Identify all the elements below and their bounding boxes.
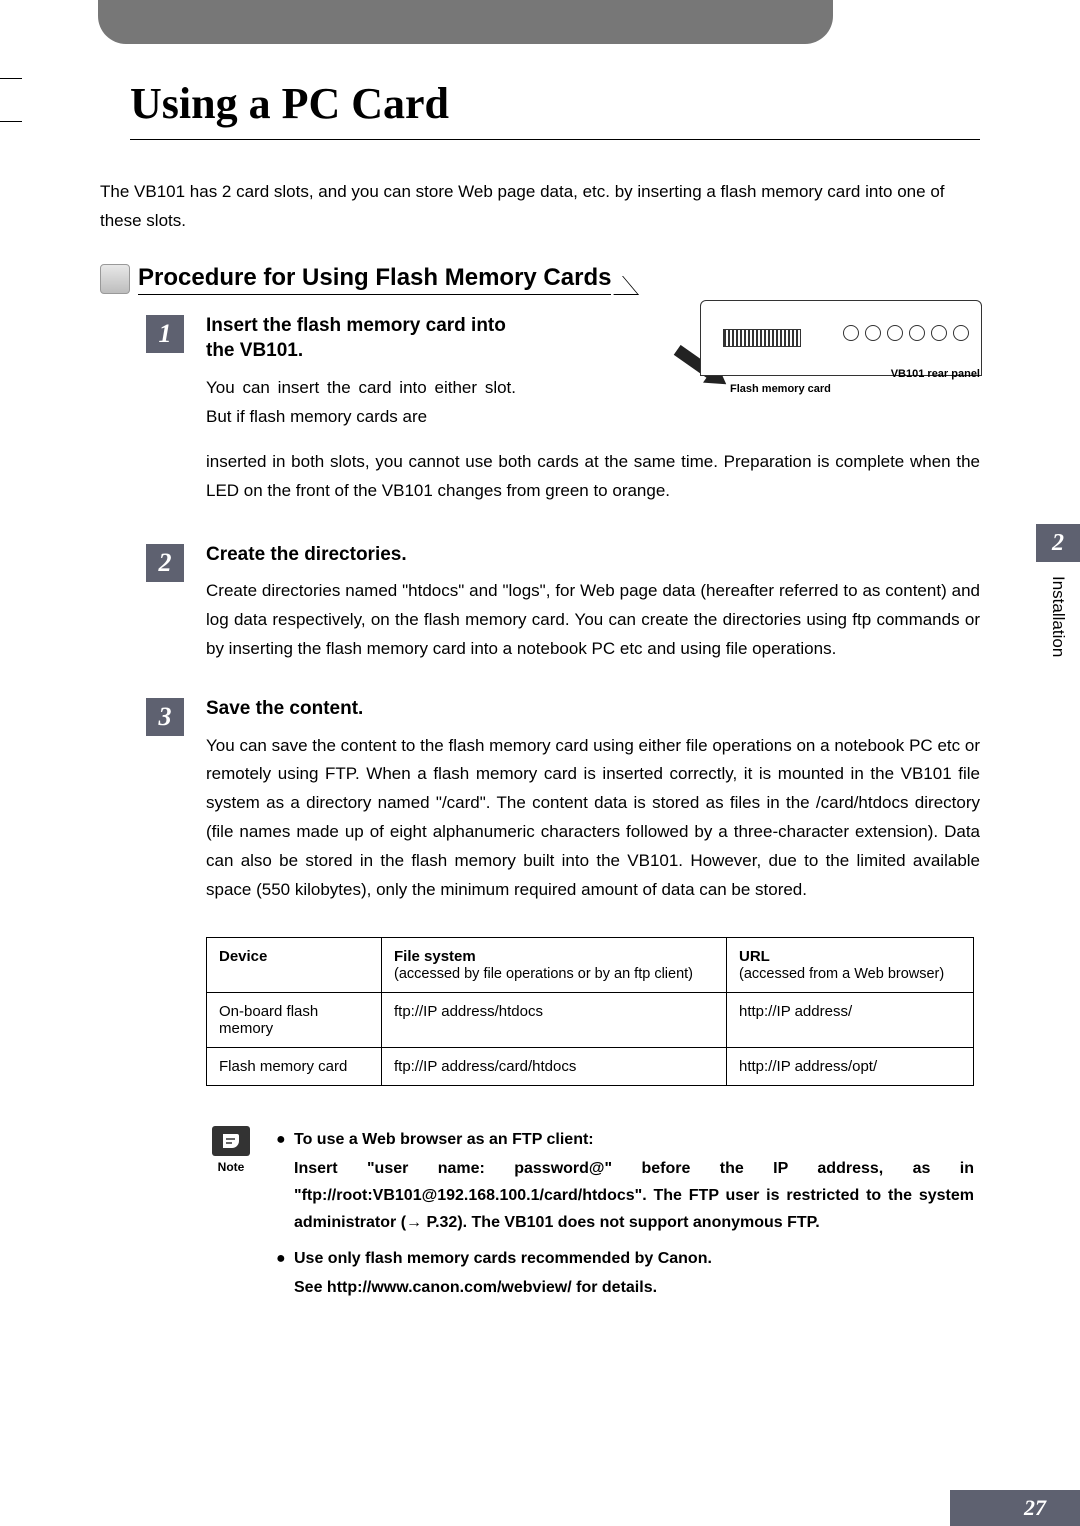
step-1-title: Insert the flash memory card into the VB… (206, 313, 516, 364)
note-icon (212, 1126, 250, 1156)
storage-table: Device File system (accessed by file ope… (206, 937, 974, 1086)
cell-fs: ftp://IP address/card/htdocs (382, 1047, 727, 1085)
intro-paragraph: The VB101 has 2 card slots, and you can … (100, 178, 980, 236)
port-icon (909, 325, 925, 341)
chapter-tab: 2 (1036, 524, 1080, 562)
left-rule-stub (0, 78, 22, 122)
table-row: Flash memory card ftp://IP address/card/… (207, 1047, 974, 1085)
step-3-text: You can save the content to the flash me… (206, 732, 980, 905)
title-area: Using a PC Card (130, 78, 980, 140)
cell-fs: ftp://IP address/htdocs (382, 992, 727, 1047)
th-filesystem: File system (accessed by file operations… (382, 937, 727, 992)
step-3: 3 Save the content. You can save the con… (100, 696, 980, 905)
port-row (843, 325, 969, 341)
port-icon (931, 325, 947, 341)
diagram-label-card: Flash memory card (730, 383, 831, 395)
section-marker-icon (100, 264, 130, 294)
step-3-title: Save the content. (206, 696, 980, 722)
cell-url: http://IP address/ (727, 992, 974, 1047)
device-outline (700, 300, 982, 376)
note-label: Note (206, 1160, 256, 1174)
note-block: Note ●To use a Web browser as an FTP cli… (206, 1126, 974, 1309)
th-url: URL (accessed from a Web browser) (727, 937, 974, 992)
page-container: Using a PC Card The VB101 has 2 card slo… (0, 0, 1080, 1526)
page-content: Using a PC Card The VB101 has 2 card slo… (0, 0, 1080, 1349)
cell-url: http://IP address/opt/ (727, 1047, 974, 1085)
diagram-label-panel: VB101 rear panel (891, 368, 980, 380)
note-body: ●To use a Web browser as an FTP client: … (276, 1126, 974, 1309)
th-device: Device (207, 937, 382, 992)
step-1-text-narrow: You can insert the card into either slot… (206, 374, 516, 432)
step-2-title: Create the directories. (206, 542, 980, 568)
port-icon (887, 325, 903, 341)
rear-panel-diagram: Flash memory card VB101 rear panel (684, 300, 980, 400)
table-row: On-board flash memory ftp://IP address/h… (207, 992, 974, 1047)
table-header-row: Device File system (accessed by file ope… (207, 937, 974, 992)
section-heading-row: Procedure for Using Flash Memory Cards (100, 264, 980, 295)
note-bullet-1: ●To use a Web browser as an FTP client: … (276, 1126, 974, 1237)
step-number-badge: 1 (146, 315, 184, 353)
step-number-badge: 2 (146, 544, 184, 582)
cell-device: Flash memory card (207, 1047, 382, 1085)
port-icon (843, 325, 859, 341)
note-bullet-2: ●Use only flash memory cards recommended… (276, 1245, 974, 1301)
step-1-text-cont: inserted in both slots, you cannot use b… (206, 448, 980, 506)
chapter-label: Installation (1048, 576, 1068, 657)
page-number: 27 (950, 1490, 1080, 1526)
step-2-text: Create directories named "htdocs" and "l… (206, 577, 980, 664)
section-heading: Procedure for Using Flash Memory Cards (138, 264, 611, 295)
port-icon (953, 325, 969, 341)
card-slot-icon (723, 329, 801, 347)
step-2: 2 Create the directories. Create directo… (100, 542, 980, 664)
step-number-badge: 3 (146, 698, 184, 736)
cell-device: On-board flash memory (207, 992, 382, 1047)
page-title: Using a PC Card (130, 78, 980, 129)
port-icon (865, 325, 881, 341)
